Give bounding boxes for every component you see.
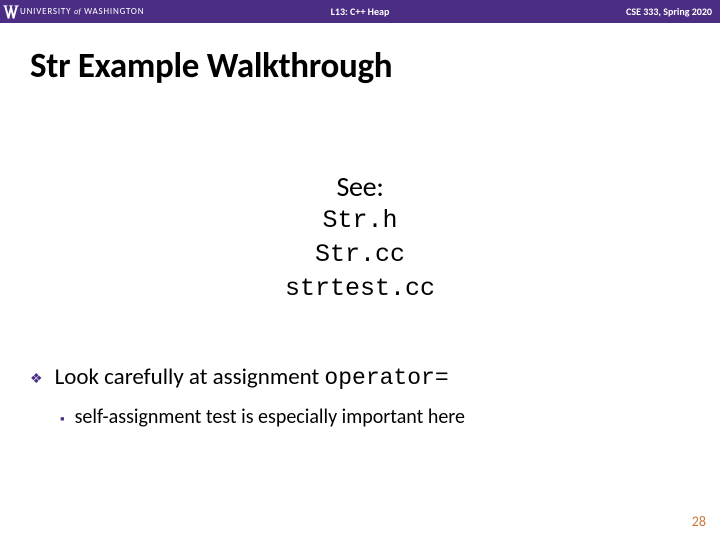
file-item: Str.h (0, 204, 720, 238)
univ-of: of (74, 7, 81, 17)
file-item: strtest.cc (0, 272, 720, 306)
bullet-text-mono: operator= (324, 365, 448, 391)
bullet-text: Look carefully at assignment operator= (55, 363, 449, 391)
univ-main: WASHINGTON (84, 6, 144, 17)
bullet-level1: ❖ Look carefully at assignment operator= (30, 363, 720, 391)
univ-prefix: UNIVERSITY (20, 6, 71, 17)
bullet-text: self-assignment test is especially impor… (75, 405, 465, 429)
page-number: 28 (692, 513, 706, 530)
w-icon (3, 5, 19, 19)
see-block: See: Str.h Str.cc strtest.cc (0, 169, 720, 305)
bullet-text-pre: Look carefully at assignment (55, 363, 325, 391)
header-bar: UNIVERSITY of WASHINGTON L13: C++ Heap C… (0, 0, 720, 23)
course-info: CSE 333, Spring 2020 (626, 5, 712, 18)
file-item: Str.cc (0, 238, 720, 272)
diamond-bullet-icon: ❖ (30, 370, 43, 387)
lecture-title: L13: C++ Heap (331, 5, 390, 18)
square-bullet-icon: ▪ (60, 412, 65, 427)
university-name: UNIVERSITY of WASHINGTON (20, 6, 144, 17)
see-label: See: (0, 169, 720, 204)
slide: UNIVERSITY of WASHINGTON L13: C++ Heap C… (0, 0, 720, 540)
bullet-level2: ▪ self-assignment test is especially imp… (60, 405, 720, 429)
bullet-list: ❖ Look carefully at assignment operator=… (30, 363, 720, 429)
uw-logo-icon (0, 0, 22, 23)
page-title: Str Example Walkthrough (30, 45, 720, 87)
